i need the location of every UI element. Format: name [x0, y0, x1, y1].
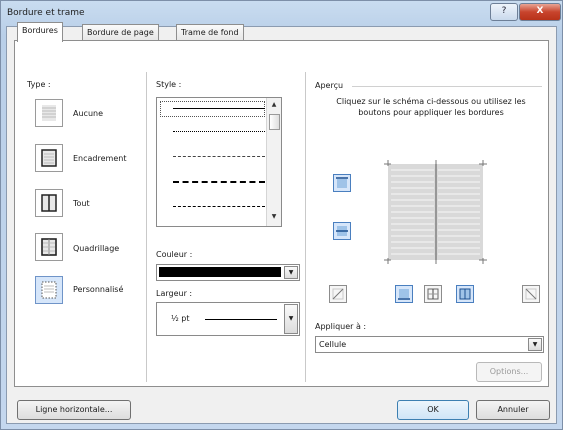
line-style-item[interactable]: [173, 131, 265, 132]
type-personnalise-button[interactable]: [35, 276, 63, 304]
preview-group-line: [352, 86, 542, 87]
dropdown-arrow-icon[interactable]: ▼: [528, 338, 542, 351]
type-tout-label: Tout: [73, 199, 90, 208]
width-value: ½ pt: [171, 314, 190, 323]
type-tout-button[interactable]: [35, 189, 63, 217]
border-bottom-icon: [398, 289, 410, 300]
scroll-down-arrow-icon[interactable]: ▼: [269, 212, 279, 222]
line-style-list[interactable]: ▲ ▼: [156, 97, 282, 227]
tab-label: Bordures: [22, 26, 58, 35]
border-none-icon: [42, 105, 56, 121]
type-encadrement-label: Encadrement: [73, 154, 127, 163]
apply-to-select[interactable]: Cellule ▼: [315, 336, 544, 353]
border-box-icon: [41, 149, 57, 167]
apply-to-value: Cellule: [319, 340, 347, 349]
inside-vertical-border-button[interactable]: [424, 285, 442, 303]
type-aucune-label: Aucune: [73, 109, 104, 118]
border-preview-graphic: [384, 160, 487, 264]
border-top-icon: [336, 177, 348, 188]
type-label: Type :: [27, 80, 51, 89]
border-diagonal-up-icon: [332, 288, 344, 300]
ok-button[interactable]: OK: [397, 400, 469, 420]
border-inside-horizontal-icon: [336, 226, 348, 236]
apply-to-label: Appliquer à :: [315, 322, 367, 331]
tab-bordure-de-page[interactable]: Bordure de page: [82, 24, 159, 41]
scroll-thumb[interactable]: [269, 114, 280, 130]
type-personnalise-label: Personnalisé: [73, 285, 124, 294]
window-title: Bordure et trame: [7, 8, 85, 18]
width-label: Largeur :: [156, 289, 193, 298]
help-button[interactable]: ?: [490, 3, 518, 21]
type-encadrement-button[interactable]: [35, 144, 63, 172]
type-aucune-button[interactable]: [35, 99, 63, 127]
top-border-button[interactable]: [333, 174, 351, 192]
tab-trame-de-fond[interactable]: Trame de fond: [176, 24, 244, 41]
inside-horizontal-border-button[interactable]: [333, 222, 351, 240]
tab-label: Trame de fond: [181, 28, 239, 37]
color-select[interactable]: ▼: [156, 264, 300, 281]
line-style-item[interactable]: [173, 181, 265, 183]
color-label: Couleur :: [156, 250, 193, 259]
diagonal-down-border-button[interactable]: [522, 285, 540, 303]
border-custom-icon: [41, 281, 57, 299]
dropdown-arrow-icon[interactable]: ▼: [284, 266, 298, 279]
tab-label: Bordure de page: [87, 28, 154, 37]
preview-label: Aperçu: [315, 81, 344, 90]
style-label: Style :: [156, 80, 182, 89]
diagonal-up-border-button[interactable]: [329, 285, 347, 303]
width-select[interactable]: ½ pt ▼: [156, 302, 300, 336]
close-button[interactable]: X: [519, 3, 561, 21]
cancel-button[interactable]: Annuler: [476, 400, 550, 420]
line-style-item[interactable]: [173, 206, 265, 207]
color-swatch: [159, 267, 281, 277]
tab-bordures[interactable]: Bordures: [17, 22, 63, 42]
right-border-button[interactable]: [456, 285, 474, 303]
line-style-item[interactable]: [173, 156, 265, 157]
dropdown-arrow-icon[interactable]: ▼: [284, 304, 298, 334]
line-style-item[interactable]: [173, 108, 265, 109]
preview-instructions: Cliquez sur le schéma ci-dessous ou util…: [336, 97, 526, 117]
border-all-icon: [41, 194, 57, 212]
bottom-border-button[interactable]: [395, 285, 413, 303]
type-quadrillage-label: Quadrillage: [73, 244, 120, 253]
border-inside-vertical-icon: [427, 288, 439, 300]
scroll-up-arrow-icon[interactable]: ▲: [269, 100, 279, 110]
horizontal-line-button[interactable]: Ligne horizontale...: [17, 400, 131, 420]
border-grid-icon: [41, 238, 57, 256]
border-diagonal-down-icon: [525, 288, 537, 300]
width-line-sample: [205, 319, 277, 320]
column-divider: [305, 72, 306, 382]
line-style-selection: [160, 101, 265, 117]
border-right-icon: [459, 288, 471, 300]
options-button[interactable]: Options...: [476, 362, 542, 382]
line-style-scrollbar[interactable]: ▲ ▼: [266, 98, 281, 226]
type-quadrillage-button[interactable]: [35, 233, 63, 261]
column-divider: [146, 72, 147, 382]
